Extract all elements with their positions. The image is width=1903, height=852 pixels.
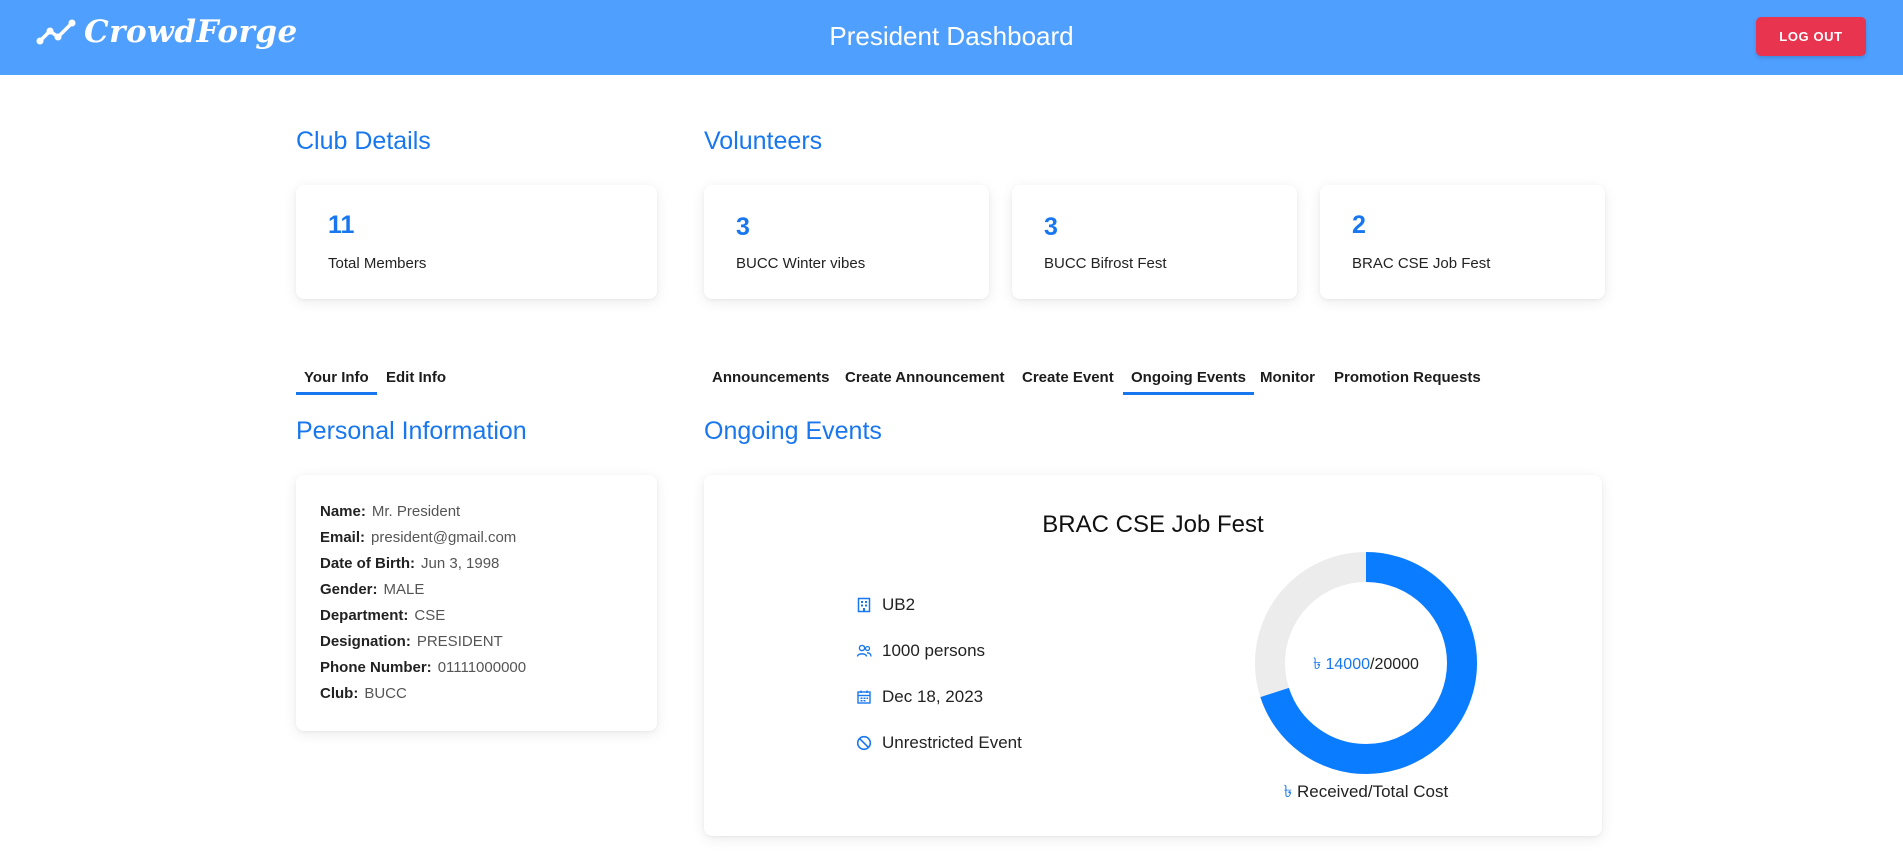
info-key: Designation: [320,633,411,650]
info-row-designation: Designation: PRESIDENT [320,633,503,650]
info-row-name: Name: Mr. President [320,503,460,520]
building-icon [857,597,871,613]
info-value: president@gmail.com [371,529,517,546]
info-value: 01111000000 [437,659,527,676]
info-row-email: Email: president@gmail.com [320,529,516,546]
tab-ongoing-events[interactable]: Ongoing Events [1123,367,1255,395]
info-key: Date of Birth: [320,555,415,572]
trend-line-icon [36,19,76,45]
tab-your-info[interactable]: Your Info [296,367,377,395]
volunteer-count: 3 [1044,213,1058,241]
tab-create-event[interactable]: Create Event [1014,367,1122,395]
info-value: Mr. President [371,503,461,520]
info-row-dob: Date of Birth: Jun 3, 1998 [320,555,499,572]
event-restriction-text: Unrestricted Event [882,733,1022,752]
info-value: CSE [414,607,446,624]
info-value: PRESIDENT [416,633,503,650]
volunteer-event-label: BUCC Winter vibes [736,255,866,272]
volunteer-event-label: BUCC Bifrost Fest [1044,255,1167,272]
volunteers-heading: Volunteers [704,127,823,155]
total-members-card: 11 Total Members [296,185,657,299]
personal-info-card: Name: Mr. President Email: president@gmail… [296,475,657,731]
volunteer-card: 3 BUCC Bifrost Fest [1012,185,1297,299]
info-key: Club: [320,685,359,702]
total-members-label: Total Members [328,255,427,272]
info-key: Name: [320,503,366,520]
info-row-department: Department: CSE [320,607,445,624]
tab-promotion-requests[interactable]: Promotion Requests [1326,367,1489,395]
info-value: MALE [383,581,425,598]
tab-announcements[interactable]: Announcements [704,367,838,395]
event-card: BRAC CSE Job Fest UB2 1000 persons Dec 1… [704,475,1602,836]
info-row-club: Club: BUCC [320,685,407,702]
logout-button[interactable]: LOG OUT [1756,17,1866,56]
info-row-gender: Gender: MALE [320,581,424,598]
event-date-text: Dec 18, 2023 [882,687,984,706]
top-navbar: CrowdForge President Dashboard LOG OUT [0,0,1903,75]
volunteer-card: 3 BUCC Winter vibes [704,185,989,299]
event-date: Dec 18, 2023 [856,687,983,707]
info-key: Gender: [320,581,378,598]
personal-info-heading: Personal Information [296,417,527,445]
ongoing-events-heading: Ongoing Events [704,417,882,445]
donut-caption: ৳ Received/Total Cost [1256,779,1476,807]
event-restriction: Unrestricted Event [856,733,1022,753]
event-capacity-text: 1000 persons [882,641,986,660]
info-value: BUCC [364,685,407,702]
club-details-heading: Club Details [296,127,431,155]
tab-create-announcement[interactable]: Create Announcement [837,367,1012,395]
event-capacity: 1000 persons [856,641,985,661]
crowdforge-logo[interactable]: CrowdForge [36,14,298,50]
calendar-icon [857,690,871,704]
info-key: Department: [320,607,409,624]
info-value: Jun 3, 1998 [421,555,500,572]
info-key: Email: [320,529,366,546]
info-key: Phone Number: [320,659,432,676]
volunteer-count: 3 [736,213,750,241]
volunteer-card: 2 BRAC CSE Job Fest [1320,185,1605,299]
people-icon [856,644,872,657]
total-amount: /20000 [1370,656,1419,673]
tab-edit-info[interactable]: Edit Info [378,367,454,395]
volunteer-event-label: BRAC CSE Job Fest [1352,255,1491,272]
donut-center-value: ৳ 14000/20000 [1256,651,1476,678]
currency-symbol: ৳ [1313,656,1322,673]
event-venue-text: UB2 [882,595,916,614]
volunteer-count: 2 [1352,211,1366,239]
donut-caption-text: Received/Total Cost [1297,782,1449,801]
logo-text: CrowdForge [84,14,298,50]
tab-monitor[interactable]: Monitor [1252,367,1323,395]
event-title: BRAC CSE Job Fest [1042,511,1264,538]
total-members-count: 11 [328,211,355,239]
currency-symbol: ৳ [1283,782,1293,801]
event-venue: UB2 [856,595,915,615]
received-amount: 14000 [1325,656,1371,673]
ban-icon [856,735,872,751]
info-row-phone: Phone Number: 01111000000 [320,659,526,676]
